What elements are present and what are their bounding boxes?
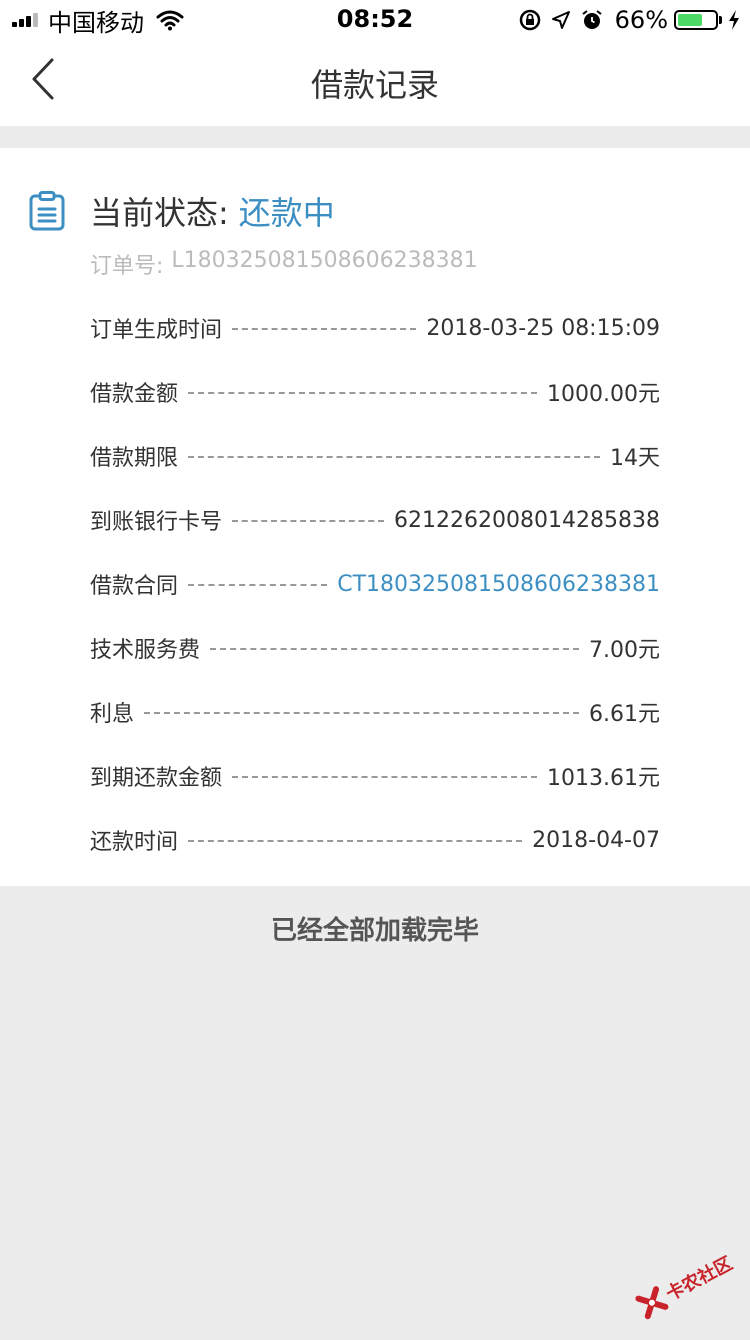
dashed-leader [232,328,417,330]
dashed-leader [232,776,538,778]
detail-row-repayment-date: 还款时间 2018-04-07 [90,808,660,872]
row-value: 2018-04-07 [532,827,660,853]
detail-row-bank-card: 到账银行卡号 6212262008014285838 [90,488,660,552]
row-label: 到期还款金额 [90,766,223,791]
row-label: 借款合同 [90,574,179,599]
battery-percent: 66% [614,6,668,34]
row-value: 6212262008014285838 [394,507,660,533]
row-label: 技术服务费 [90,638,201,663]
row-label: 借款期限 [90,446,179,471]
row-value: 1013.61元 [547,766,660,791]
detail-row-repayment-amount: 到期还款金额 1013.61元 [90,744,660,808]
row-label: 到账银行卡号 [90,510,223,535]
page-title: 借款记录 [310,66,439,104]
row-value: 1000.00元 [547,382,660,407]
battery-icon [674,10,718,30]
dashed-leader [210,648,579,650]
dashed-leader [188,456,600,458]
row-value: 6.61元 [589,702,660,727]
detail-row-service-fee: 技术服务费 7.00元 [90,616,660,680]
clipboard-icon [28,191,66,231]
detail-list: 订单生成时间 2018-03-25 08:15:09 借款金额 1000.00元… [90,296,660,872]
alarm-icon [581,9,603,31]
dashed-leader [144,712,579,714]
order-number-label: 订单号: [90,254,164,279]
row-value: 2018-03-25 08:15:09 [426,315,660,341]
row-label: 还款时间 [90,830,179,855]
detail-row-loan-amount: 借款金额 1000.00元 [90,360,660,424]
detail-row-loan-term: 借款期限 14天 [90,424,660,488]
status-bar: 中国移动 08:52 66% [0,0,750,40]
loan-record-card: 当前状态: 还款中 订单号: L180325081508606238381 订单… [0,148,750,886]
watermark-text: 卡农社区 [662,1252,737,1306]
status-value: 还款中 [238,194,335,232]
order-number: 订单号: L180325081508606238381 [90,248,478,280]
order-number-value: L180325081508606238381 [171,248,478,273]
watermark-logo: 卡农社区 [624,1226,750,1339]
loan-contract-link[interactable]: CT180325081508606238381 [337,572,660,597]
row-label: 利息 [90,702,135,727]
row-label: 借款金额 [90,382,179,407]
dashed-leader [188,584,328,586]
rotation-lock-icon [519,9,541,31]
detail-row-interest: 利息 6.61元 [90,680,660,744]
nav-bar: 借款记录 [0,40,750,126]
charging-bolt-icon [728,10,740,30]
row-value: 14天 [610,446,660,471]
location-icon [551,10,571,30]
row-label: 订单生成时间 [90,318,223,343]
dashed-leader [232,520,385,522]
dashed-leader [188,840,523,842]
detail-row-loan-contract: 借款合同 CT180325081508606238381 [90,552,660,616]
all-loaded-message: 已经全部加载完毕 [270,916,479,946]
dashed-leader [188,392,538,394]
battery-tip [719,16,722,24]
detail-row-created-time: 订单生成时间 2018-03-25 08:15:09 [90,296,660,360]
row-value: 7.00元 [589,638,660,663]
status-row: 当前状态: 还款中 [28,188,335,234]
status-label: 当前状态: [90,194,229,232]
